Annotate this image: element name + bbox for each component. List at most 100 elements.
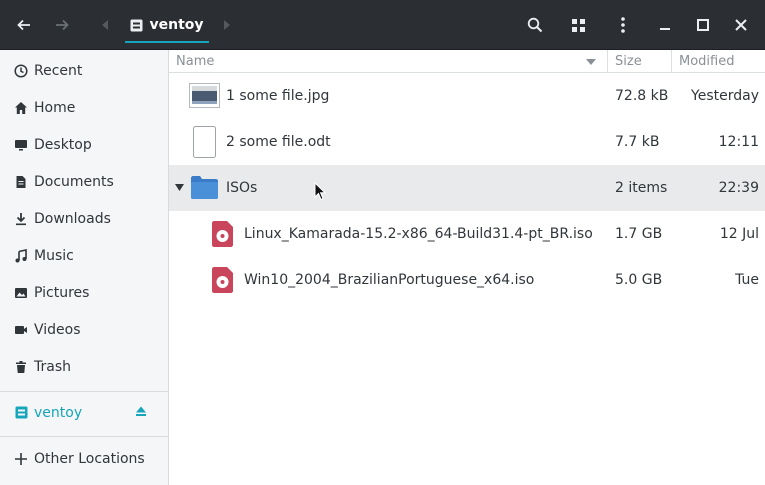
sidebar-item-label: Recent (34, 62, 83, 79)
file-name: 2 some file.odt (226, 134, 331, 150)
disc-image-icon (212, 221, 233, 247)
blank-file-icon (193, 126, 216, 158)
maximize-button[interactable] (687, 0, 719, 50)
file-name: Win10_2004_BrazilianPortuguese_x64.iso (244, 272, 535, 288)
menu-button[interactable] (607, 0, 639, 50)
clock-icon (14, 63, 28, 78)
sidebar-separator (0, 436, 168, 437)
video-icon (14, 323, 28, 337)
forward-button[interactable] (46, 0, 78, 50)
drive-icon (14, 406, 28, 420)
document-icon (14, 175, 28, 189)
view-toggle-button[interactable] (562, 0, 594, 50)
column-label: Modified (679, 54, 735, 69)
sidebar-item-label: Desktop (34, 136, 92, 153)
minimize-icon (660, 28, 670, 30)
file-modified: 12:11 (718, 134, 759, 150)
back-button[interactable] (8, 0, 40, 50)
file-name: Linux_Kamarada-15.2-x86_64-Build31.4-pt_… (244, 226, 593, 242)
sidebar-item-label: Pictures (34, 284, 90, 301)
column-separator[interactable] (607, 50, 608, 73)
column-header-row: Name Size Modified (169, 50, 765, 73)
eject-icon[interactable] (135, 405, 147, 421)
mouse-cursor-icon (314, 182, 326, 201)
file-size: 1.7 GB (615, 226, 663, 242)
trash-icon (14, 360, 28, 374)
column-header-name[interactable]: Name (176, 50, 606, 73)
path-button-ventoy[interactable]: ventoy (125, 0, 209, 50)
arrow-left-icon (17, 19, 30, 31)
sidebar-item-music[interactable]: Music (0, 237, 168, 274)
music-icon (14, 248, 28, 263)
sidebar-separator (0, 391, 168, 392)
active-path-indicator (125, 41, 209, 43)
kebab-menu-icon (621, 17, 625, 33)
sidebar-item-label: Documents (34, 173, 114, 190)
folder-row[interactable]: ISOs 2 items 22:39 (169, 165, 765, 211)
sidebar-item-documents[interactable]: Documents (0, 163, 168, 200)
file-size: 2 items (615, 180, 668, 196)
sidebar-item-downloads[interactable]: Downloads (0, 200, 168, 237)
header-bar: ventoy (0, 0, 765, 50)
sidebar-item-ventoy[interactable]: ventoy (0, 394, 168, 431)
sort-descending-icon (586, 50, 602, 73)
expander-down-icon[interactable] (175, 184, 184, 191)
sidebar: Recent Home Desktop Documents Downloads … (0, 50, 169, 485)
file-modified: Tue (735, 272, 759, 288)
path-scroll-left-button[interactable] (96, 0, 114, 50)
file-row[interactable]: 1 some file.jpg 72.8 kB Yesterday (169, 73, 765, 119)
sidebar-item-videos[interactable]: Videos (0, 311, 168, 348)
file-modified: 22:39 (718, 180, 759, 196)
drive-icon (130, 19, 143, 31)
file-size: 7.7 kB (615, 134, 660, 150)
search-icon (527, 17, 543, 33)
sidebar-item-label: ventoy (34, 404, 83, 421)
sidebar-item-home[interactable]: Home (0, 89, 168, 126)
sidebar-item-label: Music (34, 247, 74, 264)
file-name: ISOs (226, 180, 258, 196)
file-size: 72.8 kB (615, 88, 669, 104)
file-name: 1 some file.jpg (226, 88, 330, 104)
file-row[interactable]: 2 some file.odt 7.7 kB 12:11 (169, 119, 765, 165)
file-list: Name Size Modified 1 some file.jpg 72.8 … (169, 50, 765, 485)
path-label: ventoy (149, 17, 204, 33)
sidebar-item-label: Home (34, 99, 76, 116)
column-separator[interactable] (671, 50, 672, 73)
close-button[interactable] (725, 0, 757, 50)
file-modified: 12 Jul (719, 226, 759, 242)
file-size: 5.0 GB (615, 272, 663, 288)
desktop-icon (14, 138, 28, 152)
file-row[interactable]: Win10_2004_BrazilianPortuguese_x64.iso 5… (169, 257, 765, 303)
search-button[interactable] (519, 0, 551, 50)
caret-right-icon (224, 20, 230, 30)
caret-left-icon (102, 20, 108, 30)
home-icon (14, 101, 28, 115)
sidebar-item-desktop[interactable]: Desktop (0, 126, 168, 163)
file-modified: Yesterday (691, 88, 759, 104)
column-label: Size (615, 54, 642, 69)
image-file-icon (189, 83, 220, 108)
column-header-size[interactable]: Size (615, 50, 671, 73)
sidebar-item-recent[interactable]: Recent (0, 52, 168, 89)
download-icon (14, 212, 28, 226)
close-icon (735, 19, 747, 31)
column-label: Name (176, 54, 215, 69)
grid-icon (571, 18, 585, 32)
sidebar-item-label: Downloads (34, 210, 111, 227)
sidebar-item-label: Videos (34, 321, 81, 338)
sidebar-item-trash[interactable]: Trash (0, 348, 168, 385)
column-header-modified[interactable]: Modified (679, 50, 765, 73)
arrow-right-icon (56, 19, 69, 31)
disc-image-icon (212, 267, 233, 293)
sidebar-item-pictures[interactable]: Pictures (0, 274, 168, 311)
picture-icon (14, 286, 28, 300)
path-scroll-right-button[interactable] (218, 0, 236, 50)
plus-icon (14, 452, 28, 466)
file-row[interactable]: Linux_Kamarada-15.2-x86_64-Build31.4-pt_… (169, 211, 765, 257)
minimize-button[interactable] (649, 0, 681, 50)
sidebar-item-other-locations[interactable]: Other Locations (0, 440, 168, 477)
folder-icon (191, 176, 218, 199)
sidebar-item-label: Other Locations (34, 450, 145, 467)
maximize-icon (697, 19, 709, 31)
sidebar-item-label: Trash (34, 358, 71, 375)
